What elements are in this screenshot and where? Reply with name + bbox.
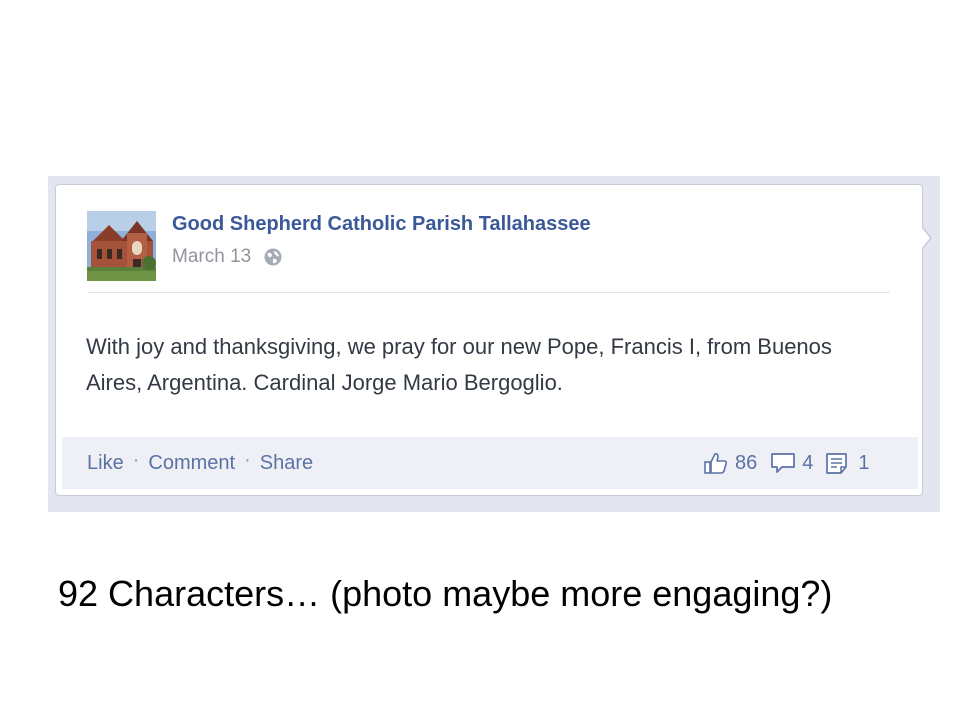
page-avatar[interactable] xyxy=(87,211,156,281)
comments-count-button[interactable]: 4 xyxy=(770,450,813,476)
like-link[interactable]: Like xyxy=(87,452,124,475)
action-separator: · xyxy=(244,448,251,471)
comment-link[interactable]: Comment xyxy=(148,452,235,475)
post-actions: Like · Comment · Share xyxy=(87,448,313,476)
thumbs-up-icon xyxy=(704,453,728,474)
slide-caption: 92 Characters… (photo maybe more engagin… xyxy=(58,573,833,614)
share-link[interactable]: Share xyxy=(260,452,313,475)
share-page-icon xyxy=(826,453,848,474)
header-divider xyxy=(88,292,890,293)
comments-count: 4 xyxy=(802,451,814,474)
church-photo xyxy=(87,211,156,281)
likes-count: 86 xyxy=(735,451,758,474)
post-counters: 86 4 1 xyxy=(703,449,870,477)
action-separator: · xyxy=(132,448,140,471)
globe-icon[interactable] xyxy=(263,247,283,267)
comment-bubble-icon xyxy=(771,453,796,473)
post-meta: March 13 xyxy=(172,245,283,269)
likes-count-button[interactable]: 86 xyxy=(703,450,757,476)
page-name-link[interactable]: Good Shepherd Catholic Parish Tallahasse… xyxy=(172,213,591,236)
shares-count-button[interactable]: 1 xyxy=(824,450,870,476)
post-message: With joy and thanksgiving, we pray for o… xyxy=(86,334,832,395)
shares-count: 1 xyxy=(858,451,870,474)
card-pointer-inner xyxy=(921,227,930,249)
post-date[interactable]: March 13 xyxy=(172,246,251,268)
